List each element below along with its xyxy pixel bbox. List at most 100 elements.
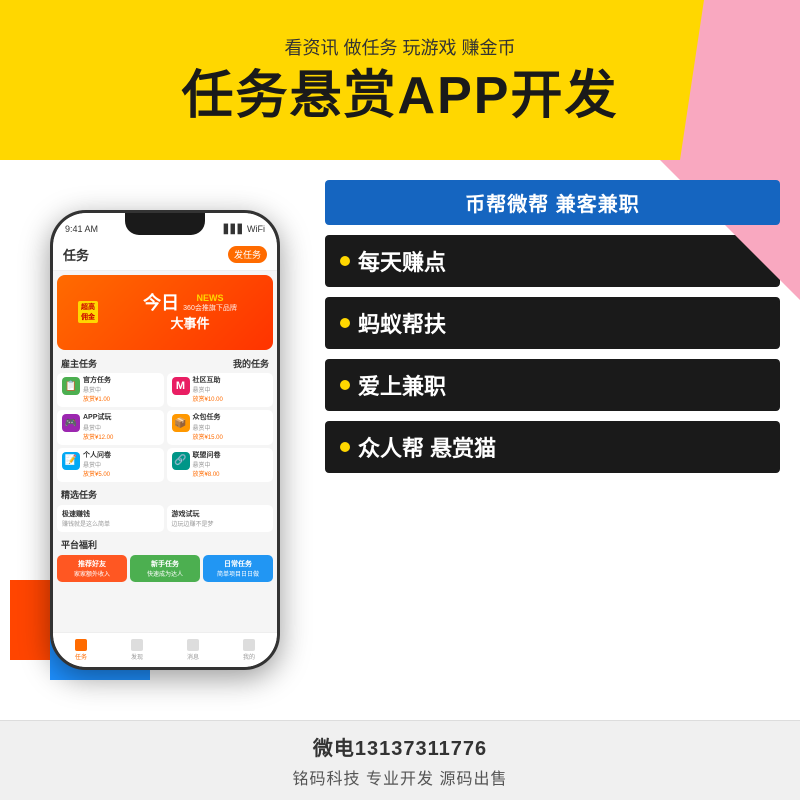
task-amount-4: 放赏¥15.00 (193, 432, 269, 441)
featured-name-1: 极速赚钱 (62, 509, 159, 519)
banner-news-en: NEWS (183, 293, 237, 303)
list-item[interactable]: 🎮 APP试玩 悬赏中 放赏¥12.00 (57, 410, 164, 444)
list-item[interactable]: 游戏试玩 边玩边赚不是梦 (167, 505, 274, 532)
featured-desc-2: 边玩边赚不是梦 (172, 519, 269, 528)
nav-icon-mine (243, 639, 255, 651)
task-icon-3: 🎮 (62, 414, 80, 432)
benefit-item-2[interactable]: 新手任务快速成为达人 (130, 555, 200, 582)
contact-line: 微电13137311776 (313, 732, 487, 761)
task-icon-1: 📋 (62, 377, 80, 395)
page-wrapper: 看资讯 做任务 玩游戏 赚金币 任务悬赏APP开发 9:41 AM ▋▋▋ Wi… (0, 0, 800, 800)
phone-side: 9:41 AM ▋▋▋ WiFi 任务 发任务 超高佣金 (0, 160, 310, 720)
bottom-section: 微电13137311776 铭码科技 专业开发 源码出售 (0, 720, 800, 800)
list-item[interactable]: 🔗 联盟问卷 悬赏中 放赏¥8.00 (167, 448, 274, 482)
nav-item-mine[interactable]: 我的 (243, 639, 255, 661)
task-name-6: 联盟问卷 (193, 452, 269, 460)
feature-text-1: 每天赚点 (358, 245, 446, 277)
section2-title: 精选任务 (53, 484, 277, 503)
feature-box-1: 每天赚点 (325, 235, 780, 287)
feature-text-3: 爱上兼职 (358, 369, 446, 401)
nav-label-mine: 我的 (243, 652, 255, 661)
nav-icon-discover (131, 639, 143, 651)
phone-header-title: 任务 (63, 245, 89, 264)
feature-dot-3 (340, 380, 350, 390)
section1-header: 雇主任务 我的任务 (53, 354, 277, 371)
task-name-2: 社区互助 (193, 377, 269, 385)
task-reward-5: 悬赏中 (83, 460, 159, 469)
task-info-3: APP试玩 悬赏中 放赏¥12.00 (83, 414, 159, 440)
task-icon-6: 🔗 (172, 452, 190, 470)
phone-mockup: 9:41 AM ▋▋▋ WiFi 任务 发任务 超高佣金 (50, 210, 280, 670)
phone-header-btn[interactable]: 发任务 (228, 246, 267, 263)
benefit-item-1[interactable]: 推荐好友家家额外收入 (57, 555, 127, 582)
phone-banner: 超高佣金 今日 NEWS 360会推旗下品牌 大事件 (57, 275, 273, 350)
feature-box-2: 蚂蚁帮扶 (325, 297, 780, 349)
nav-label-tasks: 任务 (75, 652, 87, 661)
list-item[interactable]: 📋 官方任务 悬赏中 放赏¥1.00 (57, 373, 164, 407)
phone-nav: 任务 发现 消息 我的 (53, 632, 277, 667)
feature-dot-1 (340, 256, 350, 266)
nav-item-discover[interactable]: 发现 (131, 639, 143, 661)
phone-app-header: 任务 发任务 (53, 241, 277, 271)
list-item[interactable]: 极速赚钱 赚钱就是这么简单 (57, 505, 164, 532)
section1-right: 我的任务 (233, 357, 269, 370)
tagline: 看资讯 做任务 玩游戏 赚金币 (284, 34, 515, 60)
task-amount-1: 放赏¥1.00 (83, 394, 159, 403)
task-info-2: 社区互助 悬赏中 放赏¥10.00 (193, 377, 269, 403)
featured-desc-1: 赚钱就是这么简单 (62, 519, 159, 528)
top-section: 看资讯 做任务 玩游戏 赚金币 任务悬赏APP开发 (0, 0, 800, 160)
banner-subtitle: 360会推旗下品牌 (183, 303, 237, 313)
featured-grid: 极速赚钱 赚钱就是这么简单 游戏试玩 边玩边赚不是梦 (53, 503, 277, 534)
task-reward-6: 悬赏中 (193, 460, 269, 469)
list-item[interactable]: 📝 个人问卷 悬赏中 放赏¥5.00 (57, 448, 164, 482)
phone-time: 9:41 AM (65, 224, 98, 234)
feature-box-3: 爱上兼职 (325, 359, 780, 411)
task-amount-3: 放赏¥12.00 (83, 432, 159, 441)
task-grid: 📋 官方任务 悬赏中 放赏¥1.00 M 社区互助 (53, 371, 277, 484)
task-icon-2: M (172, 377, 190, 395)
feature-box-4: 众人帮 悬赏猫 (325, 421, 780, 473)
phone-screen: 9:41 AM ▋▋▋ WiFi 任务 发任务 超高佣金 (53, 213, 277, 667)
benefits-grid: 推荐好友家家额外收入 新手任务快速成为达人 日常任务简单项目日日做 (53, 553, 277, 584)
task-icon-5: 📝 (62, 452, 80, 470)
nav-icon-message (187, 639, 199, 651)
feature-text-2: 蚂蚁帮扶 (358, 307, 446, 339)
featured-name-2: 游戏试玩 (172, 509, 269, 519)
task-reward-2: 悬赏中 (193, 385, 269, 394)
benefit-item-3[interactable]: 日常任务简单项目日日做 (203, 555, 273, 582)
task-name-3: APP试玩 (83, 414, 159, 422)
task-info-6: 联盟问卷 悬赏中 放赏¥8.00 (193, 452, 269, 478)
task-amount-6: 放赏¥8.00 (193, 469, 269, 478)
banner-left: 超高佣金 (63, 281, 113, 344)
task-icon-4: 📦 (172, 414, 190, 432)
banner-event: 大事件 (113, 313, 267, 332)
task-info-5: 个人问卷 悬赏中 放赏¥5.00 (83, 452, 159, 478)
task-amount-5: 放赏¥5.00 (83, 469, 159, 478)
blue-badge: 币帮微帮 兼客兼职 (325, 180, 780, 225)
task-name-5: 个人问卷 (83, 452, 159, 460)
list-item[interactable]: M 社区互助 悬赏中 放赏¥10.00 (167, 373, 274, 407)
task-reward-3: 悬赏中 (83, 423, 159, 432)
feature-dot-2 (340, 318, 350, 328)
nav-item-tasks[interactable]: 任务 (75, 639, 87, 661)
task-info-4: 众包任务 悬赏中 放赏¥15.00 (193, 414, 269, 440)
phone-notch (125, 213, 205, 235)
phone-signal: ▋▋▋ WiFi (224, 224, 265, 235)
nav-label-discover: 发现 (131, 652, 143, 661)
task-name-4: 众包任务 (193, 414, 269, 422)
nav-label-message: 消息 (187, 652, 199, 661)
company-line: 铭码科技 专业开发 源码出售 (293, 765, 508, 789)
task-reward-4: 悬赏中 (193, 423, 269, 432)
nav-item-message[interactable]: 消息 (187, 639, 199, 661)
main-title: 任务悬赏APP开发 (182, 68, 619, 125)
right-side: 币帮微帮 兼客兼职 每天赚点 蚂蚁帮扶 爱上兼职 众人帮 悬赏猫 (310, 160, 800, 720)
banner-tag: 超高佣金 (78, 301, 98, 323)
banner-center: 今日 NEWS 360会推旗下品牌 大事件 (113, 293, 267, 332)
feature-text-4: 众人帮 悬赏猫 (358, 431, 496, 463)
content-section: 9:41 AM ▋▋▋ WiFi 任务 发任务 超高佣金 (0, 160, 800, 720)
section3-title: 平台福利 (53, 534, 277, 553)
nav-icon-tasks (75, 639, 87, 651)
task-amount-2: 放赏¥10.00 (193, 394, 269, 403)
list-item[interactable]: 📦 众包任务 悬赏中 放赏¥15.00 (167, 410, 274, 444)
banner-news: 今日 (143, 294, 179, 312)
